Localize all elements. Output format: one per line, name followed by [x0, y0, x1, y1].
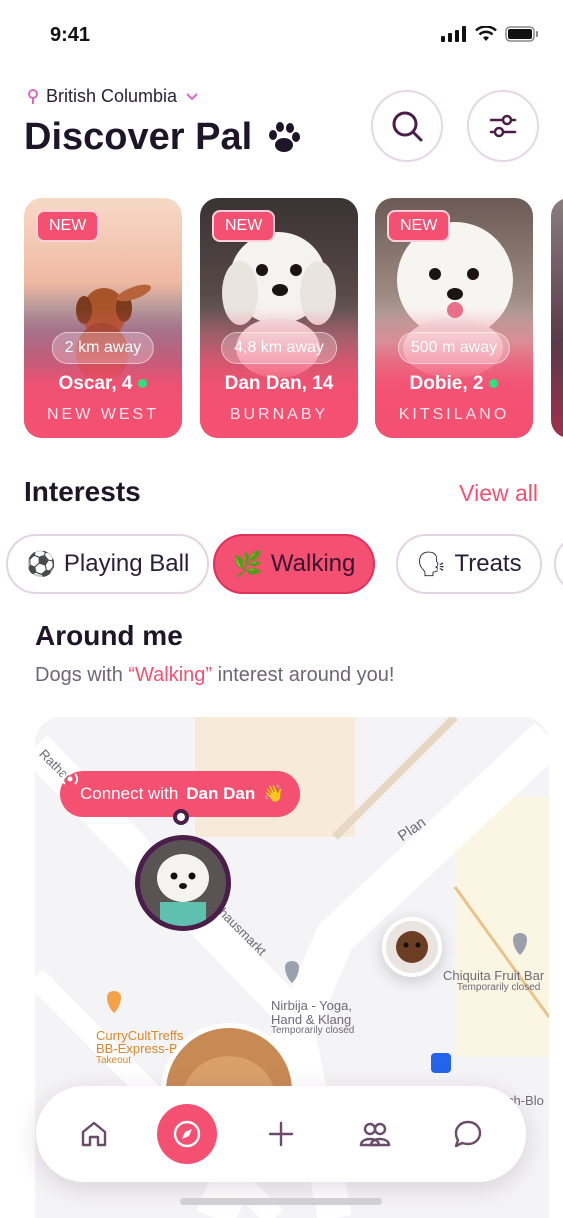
- pal-area: KITSILANO: [398, 406, 510, 423]
- nav-explore[interactable]: [157, 1104, 217, 1164]
- location-pin-icon: [28, 88, 38, 104]
- paw-icon: [269, 121, 301, 152]
- map-pin: [173, 809, 189, 825]
- home-icon: [81, 1121, 107, 1147]
- wave-icon: 👋: [263, 784, 285, 803]
- speaking-head-icon: 🗣: [416, 550, 447, 578]
- poi-status: Temporarily closed: [457, 982, 541, 993]
- connect-prefix: Connect with: [80, 784, 179, 803]
- friends-icon: [359, 1122, 391, 1147]
- explore-icon: [173, 1120, 201, 1148]
- chevron-down-icon: [186, 92, 198, 100]
- pal-area: BURNABY: [229, 406, 329, 423]
- location-selector[interactable]: British Columbia: [28, 86, 199, 107]
- plus-icon: [268, 1121, 294, 1147]
- distance-pill: 4,8 km away: [221, 332, 337, 364]
- pal-card-partial[interactable]: [551, 198, 563, 438]
- poi-label: Nirbija - Yoga,: [271, 998, 352, 1013]
- wifi-icon: [475, 26, 497, 41]
- pal-name: Dan Dan, 14: [224, 373, 334, 394]
- dog-avatar-brown[interactable]: [382, 917, 442, 977]
- pal-card[interactable]: NEW 500 m away Dobie, 2 KITSILANO: [375, 198, 533, 438]
- poi-label: Chiquita Fruit Bar: [443, 968, 545, 983]
- chip-partial[interactable]: [554, 534, 563, 594]
- pal-name: Dobie, 2: [375, 373, 533, 395]
- nav-home[interactable]: [64, 1104, 124, 1164]
- pal-name: Oscar, 4: [24, 373, 182, 395]
- chip-label: Treats: [454, 550, 522, 577]
- pal-card[interactable]: NEW 2 km away Oscar, 4 NEW WEST: [24, 198, 182, 438]
- filter-button[interactable]: [467, 90, 539, 162]
- view-all-link[interactable]: View all: [459, 480, 538, 507]
- around-me-title: Around me: [35, 620, 183, 651]
- battery-icon: [505, 26, 538, 42]
- poi-status: Takeout: [96, 1055, 132, 1066]
- new-pals-carousel[interactable]: NEW 2 km away Oscar, 4 NEW WEST NEW 4,8 …: [24, 198, 563, 438]
- new-badge: NEW: [212, 210, 276, 242]
- status-icons: [441, 26, 539, 42]
- home-indicator: [180, 1198, 382, 1205]
- broadcast-icon: [62, 773, 78, 785]
- dog-avatar-dandan[interactable]: [135, 835, 231, 931]
- pal-area: NEW WEST: [47, 406, 159, 423]
- nav-friends[interactable]: [345, 1104, 405, 1164]
- interests-title: Interests: [24, 476, 141, 507]
- page-title: Discover Pal: [24, 116, 253, 158]
- search-button[interactable]: [371, 90, 443, 162]
- chip-label: Walking: [270, 550, 356, 577]
- interest-chips[interactable]: ⚽ Playing Ball 🌿 Walking 🗣 Treats: [0, 534, 563, 596]
- filter-icon: [489, 114, 517, 138]
- search-icon: [392, 111, 423, 142]
- status-bar: 9:41: [0, 0, 563, 70]
- around-me-subtitle: Dogs with “Walking” interest around you!: [35, 664, 395, 686]
- online-indicator: [489, 379, 499, 389]
- status-time: 9:41: [50, 24, 91, 46]
- new-badge: NEW: [36, 210, 100, 242]
- chat-icon: [454, 1120, 482, 1148]
- chip-label: Playing Ball: [63, 550, 190, 577]
- chip-treats[interactable]: 🗣 Treats: [396, 534, 542, 594]
- nav-chat[interactable]: [438, 1104, 498, 1164]
- chip-walking[interactable]: 🌿 Walking: [213, 534, 376, 594]
- bottom-nav: [36, 1086, 526, 1182]
- signal-icon: [441, 26, 466, 42]
- connect-name: Dan Dan: [186, 784, 256, 803]
- pal-card[interactable]: NEW 4,8 km away Dan Dan, 14 BURNABY: [200, 198, 358, 438]
- location-label: British Columbia: [46, 86, 178, 106]
- new-badge: NEW: [387, 210, 451, 242]
- nav-add[interactable]: [251, 1104, 311, 1164]
- distance-pill: 500 m away: [397, 332, 511, 364]
- leaf-icon: 🌿: [233, 550, 263, 578]
- dog-photo: [551, 198, 563, 438]
- online-indicator: [138, 379, 148, 389]
- distance-pill: 2 km away: [51, 332, 155, 364]
- chip-playing-ball[interactable]: ⚽ Playing Ball: [6, 534, 210, 594]
- ball-icon: ⚽: [26, 550, 56, 578]
- page-title-row: Discover Pal: [24, 116, 302, 159]
